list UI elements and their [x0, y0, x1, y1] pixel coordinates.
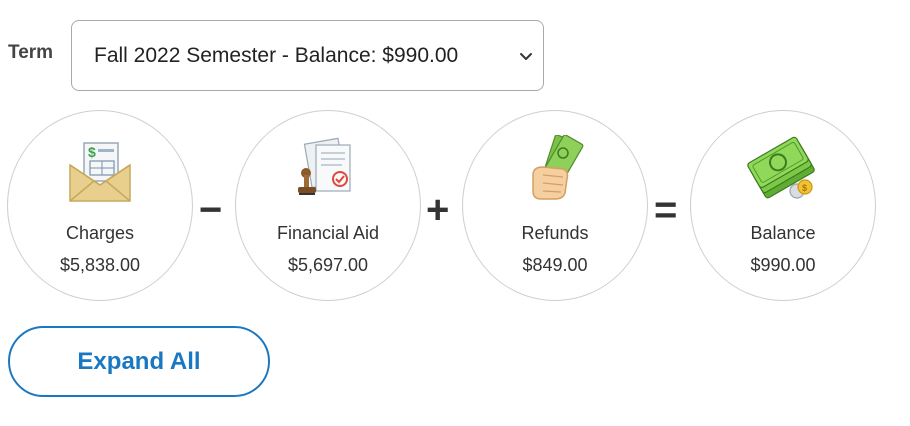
svg-text:$: $ — [802, 183, 807, 193]
refunds-amount: $849.00 — [522, 255, 588, 275]
balance-summary-circle: $ Balance $990.00 — [690, 110, 876, 301]
hand-cash-icon — [532, 135, 584, 200]
balance-amount: $990.00 — [750, 255, 816, 275]
balance-label: Balance — [750, 223, 816, 243]
documents-stamp-icon — [298, 137, 351, 195]
term-select-value: Fall 2022 Semester - Balance: $990.00 — [94, 44, 459, 67]
term-select[interactable]: Fall 2022 Semester - Balance: $990.00 — [71, 20, 544, 91]
charges-summary-circle: $ Charges $5,838.00 — [7, 110, 193, 301]
financial-aid-label: Financial Aid — [276, 223, 380, 243]
envelope-bill-icon: $ — [69, 142, 131, 202]
financial-aid-amount: $5,697.00 — [287, 255, 369, 275]
charges-label: Charges — [65, 223, 135, 243]
refunds-label: Refunds — [521, 223, 589, 243]
equals-operator: = — [654, 188, 678, 232]
chevron-down-icon — [520, 53, 532, 60]
svg-text:$: $ — [88, 144, 96, 160]
financial-aid-summary-circle: Financial Aid $5,697.00 — [235, 110, 421, 301]
term-label: Term — [8, 42, 54, 63]
expand-all-button[interactable]: Expand All — [8, 326, 270, 397]
minus-operator: − — [199, 188, 223, 232]
plus-operator: + — [426, 188, 450, 232]
money-stack-icon: $ — [747, 136, 815, 199]
charges-amount: $5,838.00 — [59, 255, 141, 275]
refunds-summary-circle: Refunds $849.00 — [462, 110, 648, 301]
